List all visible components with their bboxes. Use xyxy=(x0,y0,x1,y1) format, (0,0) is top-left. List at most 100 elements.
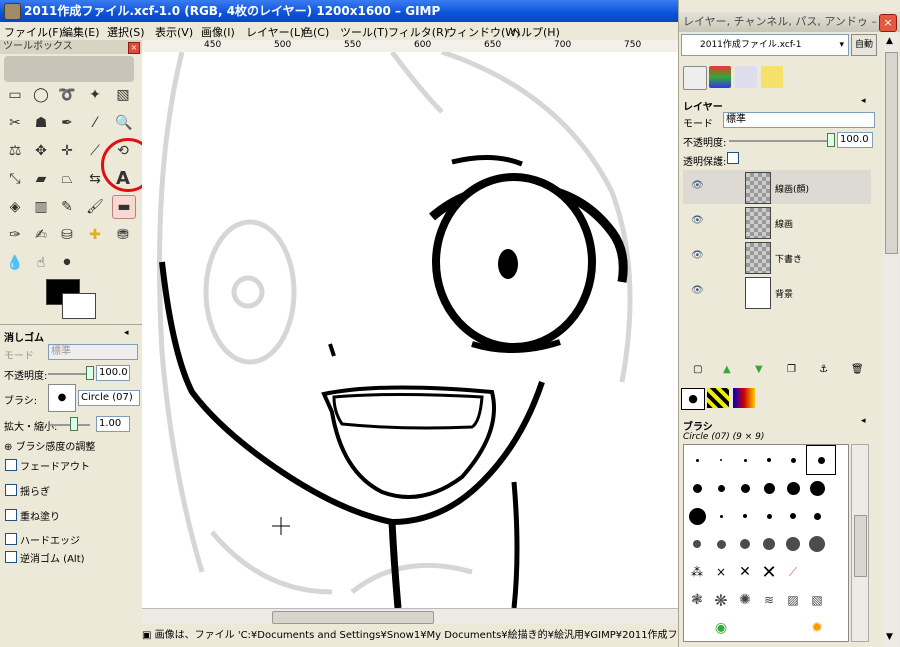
horizontal-scrollbar-thumb[interactable] xyxy=(272,611,434,624)
brush-item[interactable] xyxy=(758,449,780,471)
scale-spinbox[interactable]: 1.00 xyxy=(96,416,130,432)
layer-row[interactable]: 👁 線画 xyxy=(683,205,871,239)
menu-colors[interactable]: 色(C) xyxy=(302,24,329,40)
patterns-tab-icon[interactable] xyxy=(707,388,729,408)
paths-tool-icon[interactable]: ✒ xyxy=(56,112,78,134)
pencil-tool-icon[interactable]: ✎ xyxy=(56,196,78,218)
layers-tab-icon[interactable] xyxy=(683,66,707,90)
menu-layer[interactable]: レイヤー(L) xyxy=(246,24,304,40)
clone-tool-icon[interactable]: ⛁ xyxy=(56,224,78,246)
menu-view[interactable]: 表示(V) xyxy=(155,24,193,40)
scissors-tool-icon[interactable]: ✂ xyxy=(4,112,26,134)
align-tool-icon[interactable]: ✛ xyxy=(56,140,78,162)
brush-item[interactable] xyxy=(734,449,756,471)
blend-tool-icon[interactable]: ▥ xyxy=(30,196,52,218)
paths-tab-icon[interactable] xyxy=(735,66,757,88)
foreground-select-tool-icon[interactable]: ☗ xyxy=(30,112,52,134)
new-layer-icon[interactable]: ▢ xyxy=(693,364,702,375)
auto-button[interactable]: 自動 xyxy=(851,34,877,56)
eye-icon[interactable]: 👁 xyxy=(691,181,704,191)
hard-edge-checkbox[interactable] xyxy=(5,533,17,545)
brush-item[interactable] xyxy=(782,477,804,499)
brush-item[interactable] xyxy=(758,533,780,555)
layer-row[interactable]: 👁 線画(顔) xyxy=(683,170,871,204)
menu-image[interactable]: 画像(I) xyxy=(201,24,235,40)
flip-tool-icon[interactable]: ⇆ xyxy=(84,168,106,190)
horizontal-scrollbar[interactable] xyxy=(142,608,678,625)
ellipse-select-tool-icon[interactable]: ◯ xyxy=(30,84,52,106)
brush-item[interactable] xyxy=(710,533,732,555)
free-select-tool-icon[interactable]: ➰ xyxy=(56,84,78,106)
brush-item[interactable] xyxy=(758,505,780,527)
perspective-clone-tool-icon[interactable]: ⛃ xyxy=(112,224,134,246)
wilber-drop-area[interactable] xyxy=(4,56,134,82)
incremental-checkbox[interactable] xyxy=(5,509,17,521)
scroll-down-icon[interactable]: ▼ xyxy=(886,632,893,642)
brush-item[interactable] xyxy=(734,533,756,555)
brush-item[interactable]: ❃ xyxy=(686,589,708,611)
move-tool-icon[interactable]: ✥ xyxy=(30,140,52,162)
channels-tab-icon[interactable] xyxy=(709,66,731,88)
eye-icon[interactable]: 👁 xyxy=(691,286,704,296)
gradients-tab-icon[interactable] xyxy=(733,388,755,408)
layers-menu-icon[interactable]: ◂ xyxy=(861,96,866,106)
brush-item[interactable]: ▧ xyxy=(806,589,828,611)
menu-filters[interactable]: フィルタ(R) xyxy=(388,24,448,40)
scale-tool-icon[interactable]: ⤡ xyxy=(4,168,26,190)
fuzzy-select-tool-icon[interactable]: ✦ xyxy=(84,84,106,106)
brush-item[interactable]: ✹ xyxy=(806,617,828,639)
brush-item[interactable]: ❋ xyxy=(710,589,732,611)
layer-row[interactable]: 👁 下書き xyxy=(683,240,871,274)
blur-tool-icon[interactable]: 💧 xyxy=(4,252,26,274)
brush-item[interactable]: ▨ xyxy=(782,589,804,611)
brush-item[interactable] xyxy=(806,533,828,555)
lock-alpha-checkbox[interactable] xyxy=(727,152,739,164)
brush-preview-button[interactable]: ● xyxy=(48,384,76,412)
shear-tool-icon[interactable]: ▰ xyxy=(30,168,52,190)
scale-slider-handle[interactable] xyxy=(70,417,78,431)
rotate-tool-icon[interactable]: ⟲ xyxy=(112,140,134,162)
text-tool-icon[interactable]: A xyxy=(112,168,134,190)
brush-item[interactable]: ✕ xyxy=(734,561,756,583)
smudge-tool-icon[interactable]: ☝ xyxy=(30,252,52,274)
brush-item[interactable] xyxy=(710,449,732,471)
menu-help[interactable]: ヘルプ(H) xyxy=(510,24,560,40)
layer-row[interactable]: 👁 背景 xyxy=(683,275,871,309)
brushes-tab-icon[interactable]: ● xyxy=(681,388,705,410)
brush-grid-scrollbar[interactable] xyxy=(851,444,869,642)
eye-icon[interactable]: 👁 xyxy=(691,251,704,261)
airbrush-tool-icon[interactable]: ✑ xyxy=(4,224,26,246)
jitter-checkbox[interactable] xyxy=(5,484,17,496)
anchor-layer-icon[interactable]: ⚓ xyxy=(819,364,828,375)
scroll-up-icon[interactable]: ▲ xyxy=(886,36,893,46)
brushes-menu-icon[interactable]: ◂ xyxy=(861,416,866,426)
brush-item[interactable]: ✕ xyxy=(758,561,780,583)
color-picker-tool-icon[interactable]: ⁄ xyxy=(84,112,106,134)
dock-vertical-scrollbar[interactable]: ▲ ▼ xyxy=(883,34,899,647)
eraser-tool-icon[interactable]: ▬ xyxy=(112,195,136,219)
toolbox-close-icon[interactable]: × xyxy=(128,42,140,54)
brush-item[interactable] xyxy=(686,477,708,499)
brush-item[interactable] xyxy=(734,477,756,499)
fade-out-checkbox[interactable] xyxy=(5,459,17,471)
brush-item[interactable] xyxy=(806,477,828,499)
brush-item[interactable] xyxy=(734,505,756,527)
duplicate-layer-icon[interactable]: ❐ xyxy=(787,364,796,375)
zoom-tool-icon[interactable]: 🔍 xyxy=(113,112,135,134)
paintbrush-tool-icon[interactable]: 🖌 xyxy=(84,196,106,218)
brush-item[interactable] xyxy=(710,477,732,499)
brush-item[interactable]: × xyxy=(710,561,732,583)
opacity-slider-handle[interactable] xyxy=(86,366,94,380)
layers-opacity-handle[interactable] xyxy=(827,133,835,147)
ink-tool-icon[interactable]: ✍ xyxy=(30,224,52,246)
pressure-expander[interactable]: ⊕ ブラシ感度の調整 xyxy=(4,438,95,453)
brush-name-field[interactable]: Circle (07) xyxy=(78,390,140,406)
layers-opacity-spinbox[interactable]: 100.0 xyxy=(837,132,873,148)
menu-select[interactable]: 選択(S) xyxy=(107,24,145,40)
perspective-tool-icon[interactable]: ⏢ xyxy=(56,168,78,190)
brush-item[interactable] xyxy=(782,505,804,527)
brush-item[interactable]: ⟋ xyxy=(782,561,804,583)
background-color-swatch[interactable] xyxy=(62,293,96,319)
brush-item[interactable] xyxy=(758,477,780,499)
undo-tab-icon[interactable] xyxy=(761,66,783,88)
